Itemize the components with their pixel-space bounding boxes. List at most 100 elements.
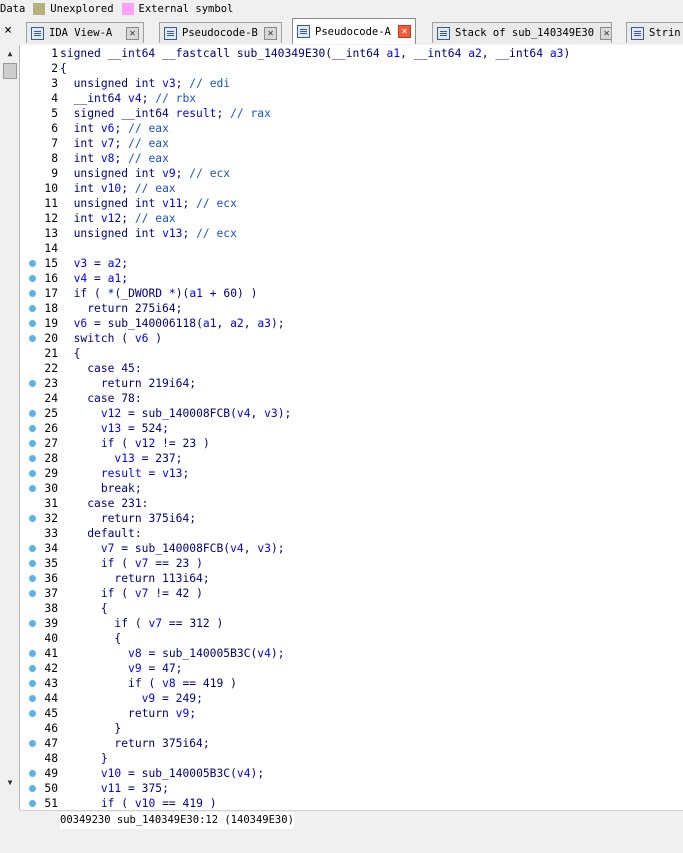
line-number: 33 [44,527,58,540]
pseudocode-view[interactable]: signed __int64 __fastcall sub_140349E30(… [60,45,683,810]
code-line[interactable]: signed __int64 result; // rax [60,106,271,121]
code-line[interactable]: case 78: [60,391,141,406]
code-line[interactable]: if ( v7 == 312 ) [60,616,223,631]
line-number: 44 [44,692,58,705]
breakpoint-dot-icon[interactable] [29,380,36,387]
breakpoint-dot-icon[interactable] [29,320,36,327]
code-line[interactable]: unsigned int v13; // ecx [60,226,237,241]
code-line[interactable]: v13 = 237; [60,451,182,466]
code-line[interactable]: case 231: [60,496,148,511]
code-line[interactable]: switch ( v6 ) [60,331,162,346]
code-line[interactable]: v6 = sub_140006118(a1, a2, a3); [60,316,285,331]
breakpoint-dot-icon[interactable] [29,710,36,717]
legend-label-external-symbol: External symbol [138,2,234,15]
code-line[interactable]: { [60,61,67,76]
code-line[interactable]: if ( v10 == 419 ) [60,796,217,810]
line-number: 42 [44,662,58,675]
tab-pseudocode-a[interactable]: Pseudocode-A ✕ [292,18,416,44]
code-line[interactable]: v13 = 524; [60,421,169,436]
breakpoint-dot-icon[interactable] [29,770,36,777]
breakpoint-dot-icon[interactable] [29,800,36,807]
code-line[interactable]: return 375i64; [60,736,209,751]
breakpoint-dot-icon[interactable] [29,470,36,477]
breakpoint-dot-icon[interactable] [29,485,36,492]
breakpoint-dot-icon[interactable] [29,590,36,597]
breakpoint-dot-icon[interactable] [29,575,36,582]
breakpoint-dot-icon[interactable] [29,680,36,687]
breakpoint-dot-icon[interactable] [29,290,36,297]
code-line[interactable]: unsigned int v11; // ecx [60,196,237,211]
code-line[interactable]: if ( v12 != 23 ) [60,436,210,451]
tab-pseudocode-b[interactable]: Pseudocode-B ✕ [159,22,282,43]
breakpoint-dot-icon[interactable] [29,275,36,282]
breakpoint-dot-icon[interactable] [29,560,36,567]
tab-label: IDA View-A [49,27,113,39]
code-line[interactable]: } [60,721,121,736]
code-line[interactable]: } [60,751,108,766]
line-number: 8 [51,152,58,165]
code-line[interactable]: return 275i64; [60,301,182,316]
breakpoint-dot-icon[interactable] [29,260,36,267]
code-line[interactable]: v11 = 375; [60,781,169,796]
code-line[interactable]: __int64 v4; // rbx [60,91,196,106]
code-line[interactable]: return 219i64; [60,376,196,391]
tab-close-icon[interactable]: ✕ [264,26,277,40]
code-line[interactable]: if ( v8 == 419 ) [60,676,237,691]
breakpoint-dot-icon[interactable] [29,410,36,417]
code-line[interactable]: int v7; // eax [60,136,169,151]
tab-close-icon[interactable]: ✕ [600,26,611,40]
line-number: 9 [51,167,58,180]
code-line[interactable]: { [60,601,108,616]
code-line[interactable]: int v10; // eax [60,181,176,196]
breakpoint-dot-icon[interactable] [29,665,36,672]
code-line[interactable]: case 45: [60,361,141,376]
code-line[interactable]: return 375i64; [60,511,196,526]
code-line[interactable]: v8 = sub_140005B3C(v4); [60,646,285,661]
code-line[interactable]: { [60,631,121,646]
code-line[interactable]: v12 = sub_140008FCB(v4, v3); [60,406,292,421]
code-line[interactable]: default: [60,526,141,541]
tab-stack-of-sub[interactable]: Stack of sub_140349E30 ✕ [432,22,612,43]
breakpoint-dot-icon[interactable] [29,455,36,462]
breakpoint-dot-icon[interactable] [29,650,36,657]
code-line[interactable]: if ( v7 != 42 ) [60,586,203,601]
breakpoint-dot-icon[interactable] [29,545,36,552]
code-line[interactable]: return v9; [60,706,196,721]
code-line[interactable]: int v6; // eax [60,121,169,136]
close-pane-icon[interactable]: × [0,23,16,39]
code-line[interactable]: v4 = a1; [60,271,128,286]
code-line[interactable]: { [60,346,81,361]
breakpoint-dot-icon[interactable] [29,440,36,447]
code-line[interactable]: return 113i64; [60,571,209,586]
code-line[interactable]: v9 = 249; [60,691,203,706]
line-number: 27 [44,437,58,450]
line-number: 46 [44,722,58,735]
code-line[interactable]: v9 = 47; [60,661,182,676]
tab-close-icon[interactable]: ✕ [398,25,411,38]
tab-close-icon[interactable]: ✕ [126,26,139,40]
code-line[interactable]: int v8; // eax [60,151,169,166]
code-line[interactable]: signed __int64 __fastcall sub_140349E30(… [60,46,570,61]
code-line[interactable]: if ( *(_DWORD *)(a1 + 60) ) [60,286,258,301]
gutter-layer: 1 2 3 4 5 6 7 8 9 10 11 12 13 14 15 16 17 18 19 20 21 22 23 24 2… [0,45,60,810]
code-line[interactable]: if ( v7 == 23 ) [60,556,203,571]
line-number: 45 [44,707,58,720]
code-line[interactable]: int v12; // eax [60,211,176,226]
tab-strings[interactable]: Strin [626,22,683,43]
tab-ida-view-a[interactable]: IDA View-A ✕ [26,22,144,43]
code-line[interactable]: v3 = a2; [60,256,128,271]
code-line[interactable]: unsigned int v9; // ecx [60,166,231,181]
breakpoint-dot-icon[interactable] [29,620,36,627]
code-line[interactable]: result = v13; [60,466,189,481]
code-line[interactable]: v10 = sub_140005B3C(v4); [60,766,264,781]
code-line[interactable]: unsigned int v3; // edi [60,76,231,91]
breakpoint-dot-icon[interactable] [29,305,36,312]
breakpoint-dot-icon[interactable] [29,740,36,747]
breakpoint-dot-icon[interactable] [29,425,36,432]
breakpoint-dot-icon[interactable] [29,695,36,702]
breakpoint-dot-icon[interactable] [29,335,36,342]
breakpoint-dot-icon[interactable] [29,515,36,522]
breakpoint-dot-icon[interactable] [29,785,36,792]
code-line[interactable]: v7 = sub_140008FCB(v4, v3); [60,541,285,556]
code-line[interactable]: break; [60,481,142,496]
